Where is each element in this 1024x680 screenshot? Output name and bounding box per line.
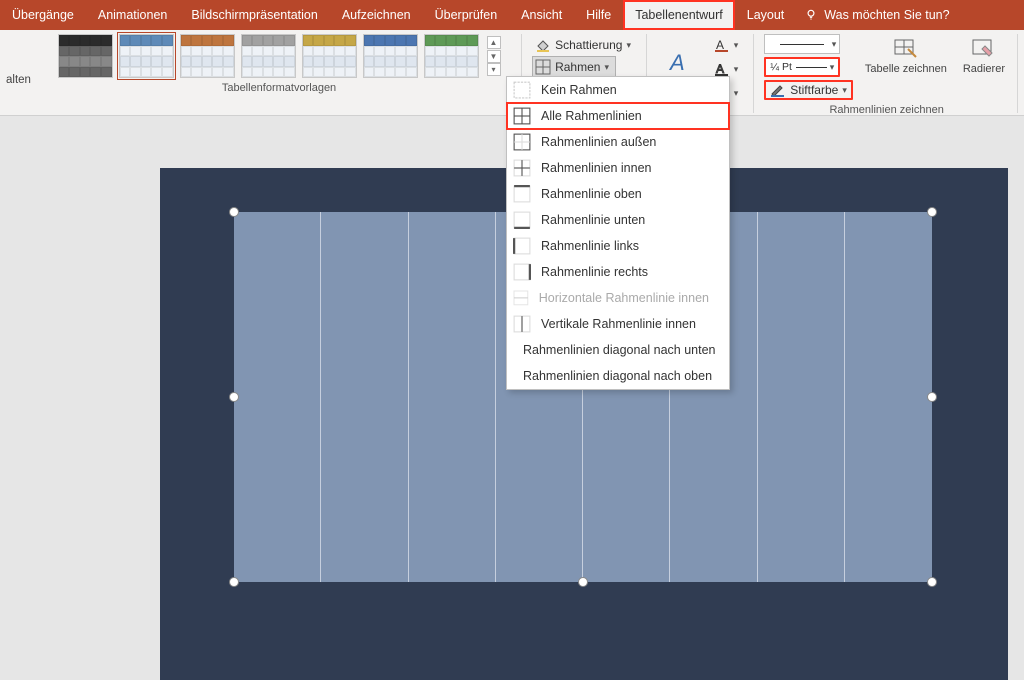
chevron-down-icon: ▾ xyxy=(604,62,609,73)
shading-button[interactable]: Schattierung ▾ xyxy=(532,34,638,56)
borders-label: Rahmen xyxy=(555,60,600,74)
draw-borders-group: ▾ ¼ Pt ▾ Stiftfarbe ▾ Tabelle zeichnen xyxy=(764,34,1018,113)
border-right-icon xyxy=(513,263,531,281)
border-top-icon xyxy=(513,185,531,203)
pen-color-button[interactable]: Stiftfarbe ▾ xyxy=(764,80,853,100)
svg-text:A: A xyxy=(716,62,724,76)
wordart-icon: A xyxy=(668,50,694,74)
eraser-label: Radierer xyxy=(963,63,1005,75)
table-style-swatch[interactable] xyxy=(119,34,174,78)
table-styles-gallery: ▲ ▼ ▾ xyxy=(58,34,501,78)
resize-handle[interactable] xyxy=(578,577,588,587)
border-inside-horizontal-item: Horizontale Rahmenlinie innen xyxy=(507,285,729,311)
table-styles-group: ▲ ▼ ▾ Tabellenformatvorlagen xyxy=(45,34,522,113)
resize-handle[interactable] xyxy=(927,577,937,587)
tab-aufzeichnen[interactable]: Aufzeichnen xyxy=(330,0,423,30)
border-left-icon xyxy=(513,237,531,255)
border-left-item[interactable]: Rahmenlinie links xyxy=(507,233,729,259)
border-inside-item[interactable]: Rahmenlinien innen xyxy=(507,155,729,181)
tell-me-label: Was möchten Sie tun? xyxy=(824,8,949,22)
gallery-more-button[interactable]: ▾ xyxy=(487,63,501,76)
border-inside-vertical-icon xyxy=(513,315,531,333)
eraser-button[interactable]: Radierer xyxy=(959,34,1009,77)
svg-text:A: A xyxy=(668,50,685,74)
border-inside-vertical-item[interactable]: Vertikale Rahmenlinie innen xyxy=(507,311,729,337)
tab-ueberpruefen[interactable]: Überprüfen xyxy=(423,0,510,30)
border-inside-icon xyxy=(513,159,531,177)
chevron-down-icon: ▾ xyxy=(734,40,739,51)
draw-table-label: Tabelle zeichnen xyxy=(865,63,947,75)
table-style-swatch[interactable] xyxy=(241,34,296,78)
eraser-icon xyxy=(971,36,997,60)
resize-handle[interactable] xyxy=(229,392,239,402)
draw-borders-caption: Rahmenlinien zeichnen xyxy=(829,104,943,116)
border-bottom-item[interactable]: Rahmenlinie unten xyxy=(507,207,729,233)
gallery-scroll: ▲ ▼ ▾ xyxy=(487,34,501,78)
table-styles-caption: Tabellenformatvorlagen xyxy=(222,82,336,94)
border-all-icon xyxy=(513,107,531,125)
border-top-item[interactable]: Rahmenlinie oben xyxy=(507,181,729,207)
resize-handle[interactable] xyxy=(927,207,937,217)
borders-icon xyxy=(535,59,551,75)
draw-table-button[interactable]: Tabelle zeichnen xyxy=(861,34,951,77)
pen-color-icon xyxy=(770,82,786,98)
tab-ansicht[interactable]: Ansicht xyxy=(509,0,574,30)
chevron-down-icon: ▾ xyxy=(842,85,847,96)
partial-label-halten: alten xyxy=(6,34,35,113)
chevron-down-icon: ▾ xyxy=(734,64,739,75)
border-diagonal-down-item[interactable]: Rahmenlinien diagonal nach unten xyxy=(507,337,729,363)
borders-dropdown: Kein Rahmen Alle Rahmenlinien Rahmenlini… xyxy=(506,76,730,390)
border-none-item[interactable]: Kein Rahmen xyxy=(507,77,729,103)
pen-color-label: Stiftfarbe xyxy=(790,83,838,97)
pen-thickness-select[interactable]: ¼ Pt ▾ xyxy=(764,57,840,77)
table-style-swatch[interactable] xyxy=(302,34,357,78)
borders-button[interactable]: Rahmen ▾ xyxy=(532,56,616,78)
tab-animationen[interactable]: Animationen xyxy=(86,0,180,30)
border-right-item[interactable]: Rahmenlinie rechts xyxy=(507,259,729,285)
table-style-swatch[interactable] xyxy=(363,34,418,78)
gallery-up-button[interactable]: ▲ xyxy=(487,36,501,49)
chevron-down-icon: ▾ xyxy=(832,39,837,50)
resize-handle[interactable] xyxy=(229,577,239,587)
pen-style-select[interactable]: ▾ xyxy=(764,34,840,54)
table-style-swatch[interactable] xyxy=(424,34,479,78)
border-all-item[interactable]: Alle Rahmenlinien xyxy=(507,103,729,129)
ribbon: alten ▲ ▼ ▾ Tabellenformatvorlagen Schat… xyxy=(0,30,1024,116)
resize-handle[interactable] xyxy=(927,392,937,402)
lightbulb-icon xyxy=(804,8,818,22)
ribbon-tabs: Übergänge Animationen Bildschirmpräsenta… xyxy=(0,0,1024,30)
tab-layout[interactable]: Layout xyxy=(735,0,797,30)
table-style-swatch[interactable] xyxy=(58,34,113,78)
draw-table-icon xyxy=(893,36,919,60)
border-diagonal-up-item[interactable]: Rahmenlinien diagonal nach oben xyxy=(507,363,729,389)
border-outside-icon xyxy=(513,133,531,151)
tell-me-search[interactable]: Was möchten Sie tun? xyxy=(804,8,949,22)
resize-handle[interactable] xyxy=(229,207,239,217)
pen-thickness-value: ¼ Pt xyxy=(770,61,792,73)
border-none-icon xyxy=(513,81,531,99)
tab-tabellenentwurf[interactable]: Tabellenentwurf xyxy=(623,0,735,30)
border-inside-horizontal-icon xyxy=(513,289,529,307)
table-style-swatch[interactable] xyxy=(180,34,235,78)
text-fill-icon: A xyxy=(714,37,730,53)
chevron-down-icon: ▾ xyxy=(830,62,835,73)
border-bottom-icon xyxy=(513,211,531,229)
chevron-down-icon: ▾ xyxy=(734,88,739,99)
text-outline-icon: A xyxy=(714,61,730,77)
tab-hilfe[interactable]: Hilfe xyxy=(574,0,623,30)
chevron-down-icon: ▾ xyxy=(626,40,631,51)
paint-bucket-icon xyxy=(535,37,551,53)
svg-text:A: A xyxy=(716,38,724,52)
border-outside-item[interactable]: Rahmenlinien außen xyxy=(507,129,729,155)
shading-label: Schattierung xyxy=(555,38,622,52)
gallery-down-button[interactable]: ▼ xyxy=(487,50,501,63)
text-fill-button[interactable]: A▾ xyxy=(711,34,746,56)
tab-uebergaenge[interactable]: Übergänge xyxy=(0,0,86,30)
tab-bildschirmpraesentation[interactable]: Bildschirmpräsentation xyxy=(179,0,329,30)
